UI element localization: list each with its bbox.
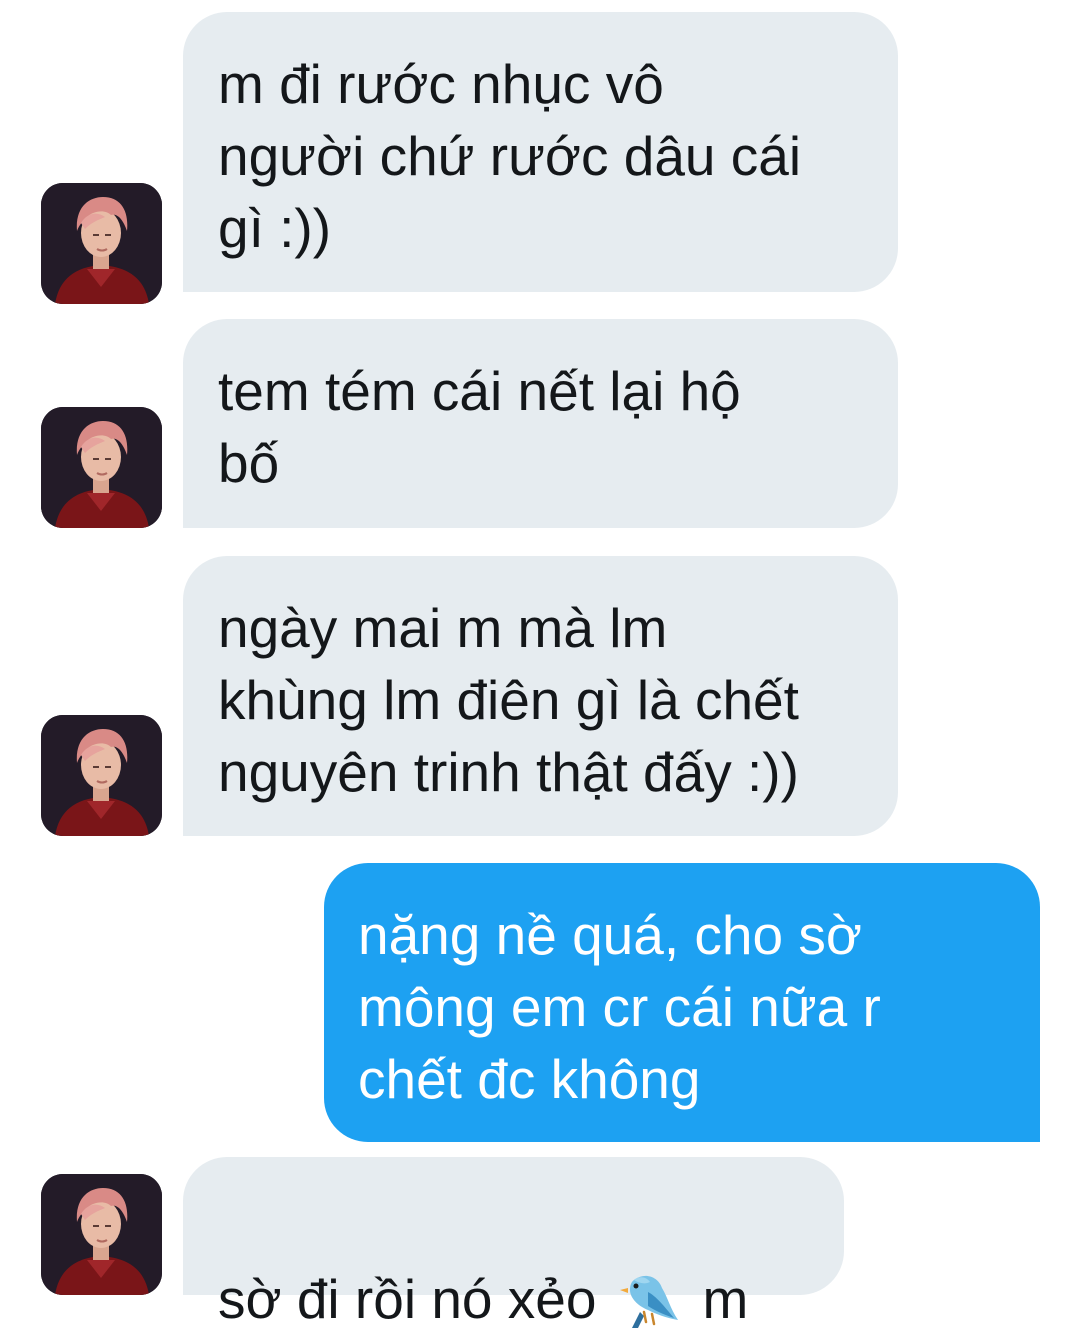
avatar[interactable] bbox=[41, 407, 162, 528]
message-text: sờ đi rồi nó xẻo bbox=[218, 1268, 597, 1330]
avatar[interactable] bbox=[41, 183, 162, 304]
incoming-message-bubble[interactable]: sờ đi rồi nó xẻo m bbox=[183, 1157, 844, 1330]
message-row: m đi rước nhục vô người chứ rước dâu cái… bbox=[0, 12, 1080, 304]
outgoing-message-bubble[interactable]: nặng nề quá, cho sờ mông em cr cái nữa r… bbox=[324, 863, 1040, 1142]
message-row: tem tém cái nết lại hộ bố bbox=[0, 319, 1080, 528]
incoming-message-bubble[interactable]: tem tém cái nết lại hộ bố bbox=[183, 319, 898, 528]
message-row: nặng nề quá, cho sờ mông em cr cái nữa r… bbox=[0, 863, 1080, 1142]
incoming-message-bubble[interactable]: m đi rước nhục vô người chứ rước dâu cái… bbox=[183, 12, 898, 292]
avatar[interactable] bbox=[41, 1174, 162, 1295]
message-text: m bbox=[702, 1268, 749, 1330]
blue-bird-icon bbox=[610, 1262, 682, 1334]
message-row: sờ đi rồi nó xẻo m bbox=[0, 1157, 1080, 1330]
avatar[interactable] bbox=[41, 715, 162, 836]
incoming-message-bubble[interactable]: ngày mai m mà lm khùng lm điên gì là chế… bbox=[183, 556, 898, 836]
message-row: ngày mai m mà lm khùng lm điên gì là chế… bbox=[0, 556, 1080, 836]
